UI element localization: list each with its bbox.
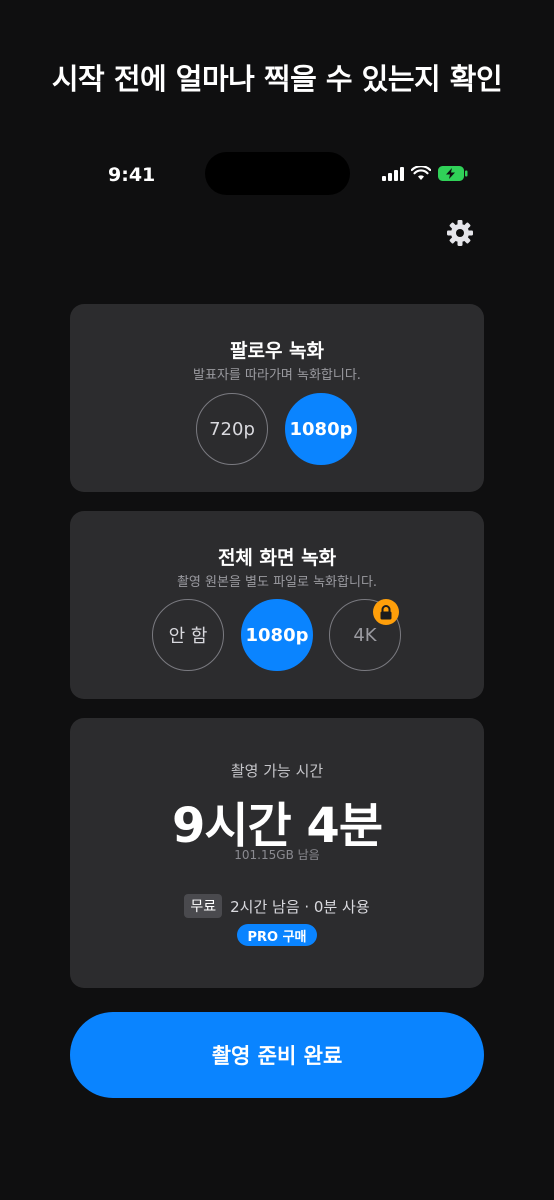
status-bar: 9:41 — [70, 152, 484, 198]
usage-text: 2시간 남음 · 0분 사용 — [230, 897, 370, 916]
dynamic-island — [205, 152, 350, 195]
full-option-1080p[interactable]: 1080p — [241, 599, 313, 671]
full-recording-title: 전체 화면 녹화 — [217, 547, 337, 569]
lock-icon — [380, 604, 392, 619]
follow-option-720p[interactable]: 720p — [196, 393, 268, 465]
full-recording-card: 전체 화면 녹화 촬영 원본을 별도 파일로 녹화합니다. 안 함 1080p … — [70, 511, 484, 699]
page-headline: 시작 전에 얼마나 찍을 수 있는지 확인 — [51, 62, 503, 96]
status-icons — [382, 166, 468, 181]
storage-remaining: 101.15GB 남음 — [234, 848, 320, 862]
follow-option-1080p[interactable]: 1080p — [285, 393, 357, 465]
wifi-icon — [411, 166, 431, 180]
cellular-signal-icon — [382, 166, 404, 181]
full-option-none[interactable]: 안 함 — [152, 599, 224, 671]
lock-badge — [373, 599, 399, 625]
pro-purchase-button[interactable]: PRO 구매 — [237, 924, 317, 946]
gear-icon[interactable] — [446, 219, 474, 247]
follow-recording-subtitle: 발표자를 따라가며 녹화합니다. — [193, 368, 361, 383]
full-recording-subtitle: 촬영 원본을 별도 파일로 녹화합니다. — [176, 575, 378, 590]
usage-row: 무료 2시간 남음 · 0분 사용 — [70, 894, 484, 918]
capacity-label: 촬영 가능 시간 — [230, 762, 324, 780]
capacity-card: 촬영 가능 시간 9시간 4분 101.15GB 남음 무료 2시간 남음 · … — [70, 718, 484, 988]
free-badge: 무료 — [184, 894, 223, 918]
follow-recording-title: 팔로우 녹화 — [229, 340, 324, 362]
ready-button[interactable]: 촬영 준비 완료 — [70, 1012, 484, 1098]
follow-recording-card: 팔로우 녹화 발표자를 따라가며 녹화합니다. 720p 1080p — [70, 304, 484, 492]
status-time: 9:41 — [108, 164, 156, 186]
battery-charging-icon — [438, 166, 468, 181]
